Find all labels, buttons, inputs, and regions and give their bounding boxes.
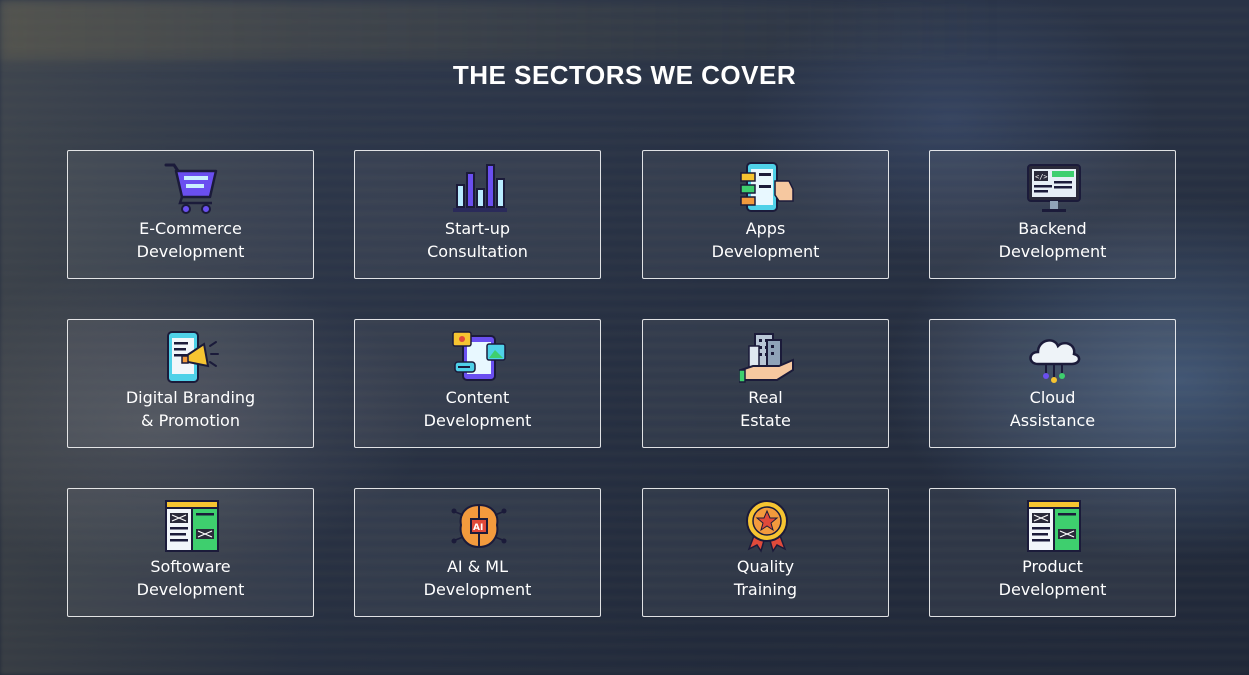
sector-label: Quality Training	[733, 557, 798, 599]
sector-label: Cloud Assistance	[1009, 388, 1096, 430]
sector-card-ecommerce[interactable]: E-Commerce Development	[67, 150, 314, 279]
megaphone-phone-icon	[164, 330, 220, 384]
sector-label: Softoware Development	[136, 557, 245, 599]
bar-chart-icon	[451, 161, 507, 215]
sector-label: AI & ML Development	[423, 557, 532, 599]
sector-label: Digital Branding & Promotion	[125, 388, 256, 430]
sector-card-product[interactable]: Product Development	[929, 488, 1176, 617]
sector-label: Apps Development	[711, 219, 820, 261]
mobile-app-icon	[739, 161, 795, 215]
sector-card-quality[interactable]: Quality Training	[642, 488, 889, 617]
medal-icon	[739, 499, 795, 553]
sectors-grid: E-Commerce Development Start-up Consultati…	[67, 150, 1178, 618]
sector-card-digital-branding[interactable]: Digital Branding & Promotion	[67, 319, 314, 448]
svg-text:AI: AI	[473, 523, 483, 533]
sector-label: Backend Development	[998, 219, 1107, 261]
building-hand-icon	[738, 330, 795, 384]
sector-card-software[interactable]: Softoware Development	[67, 488, 314, 617]
sector-card-backend[interactable]: </> Backend Development	[929, 150, 1176, 279]
code-monitor-icon: </>	[1026, 161, 1082, 215]
sector-card-content[interactable]: Content Development	[354, 319, 601, 448]
ai-chip-icon: AI	[451, 499, 507, 553]
sector-label: Product Development	[998, 557, 1107, 599]
sector-label: E-Commerce Development	[136, 219, 245, 261]
software-window-icon	[164, 499, 220, 553]
sector-card-startup[interactable]: Start-up Consultation	[354, 150, 601, 279]
sector-card-ai-ml[interactable]: AI AI & ML Development	[354, 488, 601, 617]
sector-label: Start-up Consultation	[427, 219, 528, 261]
section-title: THE SECTORS WE COVER	[452, 60, 797, 90]
sector-label: Real Estate	[740, 388, 791, 430]
cloud-icon	[1026, 330, 1082, 384]
shopping-cart-icon	[164, 161, 220, 215]
content-media-icon	[451, 330, 507, 384]
sector-label: Content Development	[423, 388, 532, 430]
sector-card-cloud[interactable]: Cloud Assistance	[929, 319, 1176, 448]
sector-card-apps[interactable]: Apps Development	[642, 150, 889, 279]
svg-text:</>: </>	[1035, 173, 1048, 181]
sector-card-real-estate[interactable]: Real Estate	[642, 319, 889, 448]
product-window-icon	[1026, 499, 1082, 553]
background-glow	[0, 0, 1000, 60]
